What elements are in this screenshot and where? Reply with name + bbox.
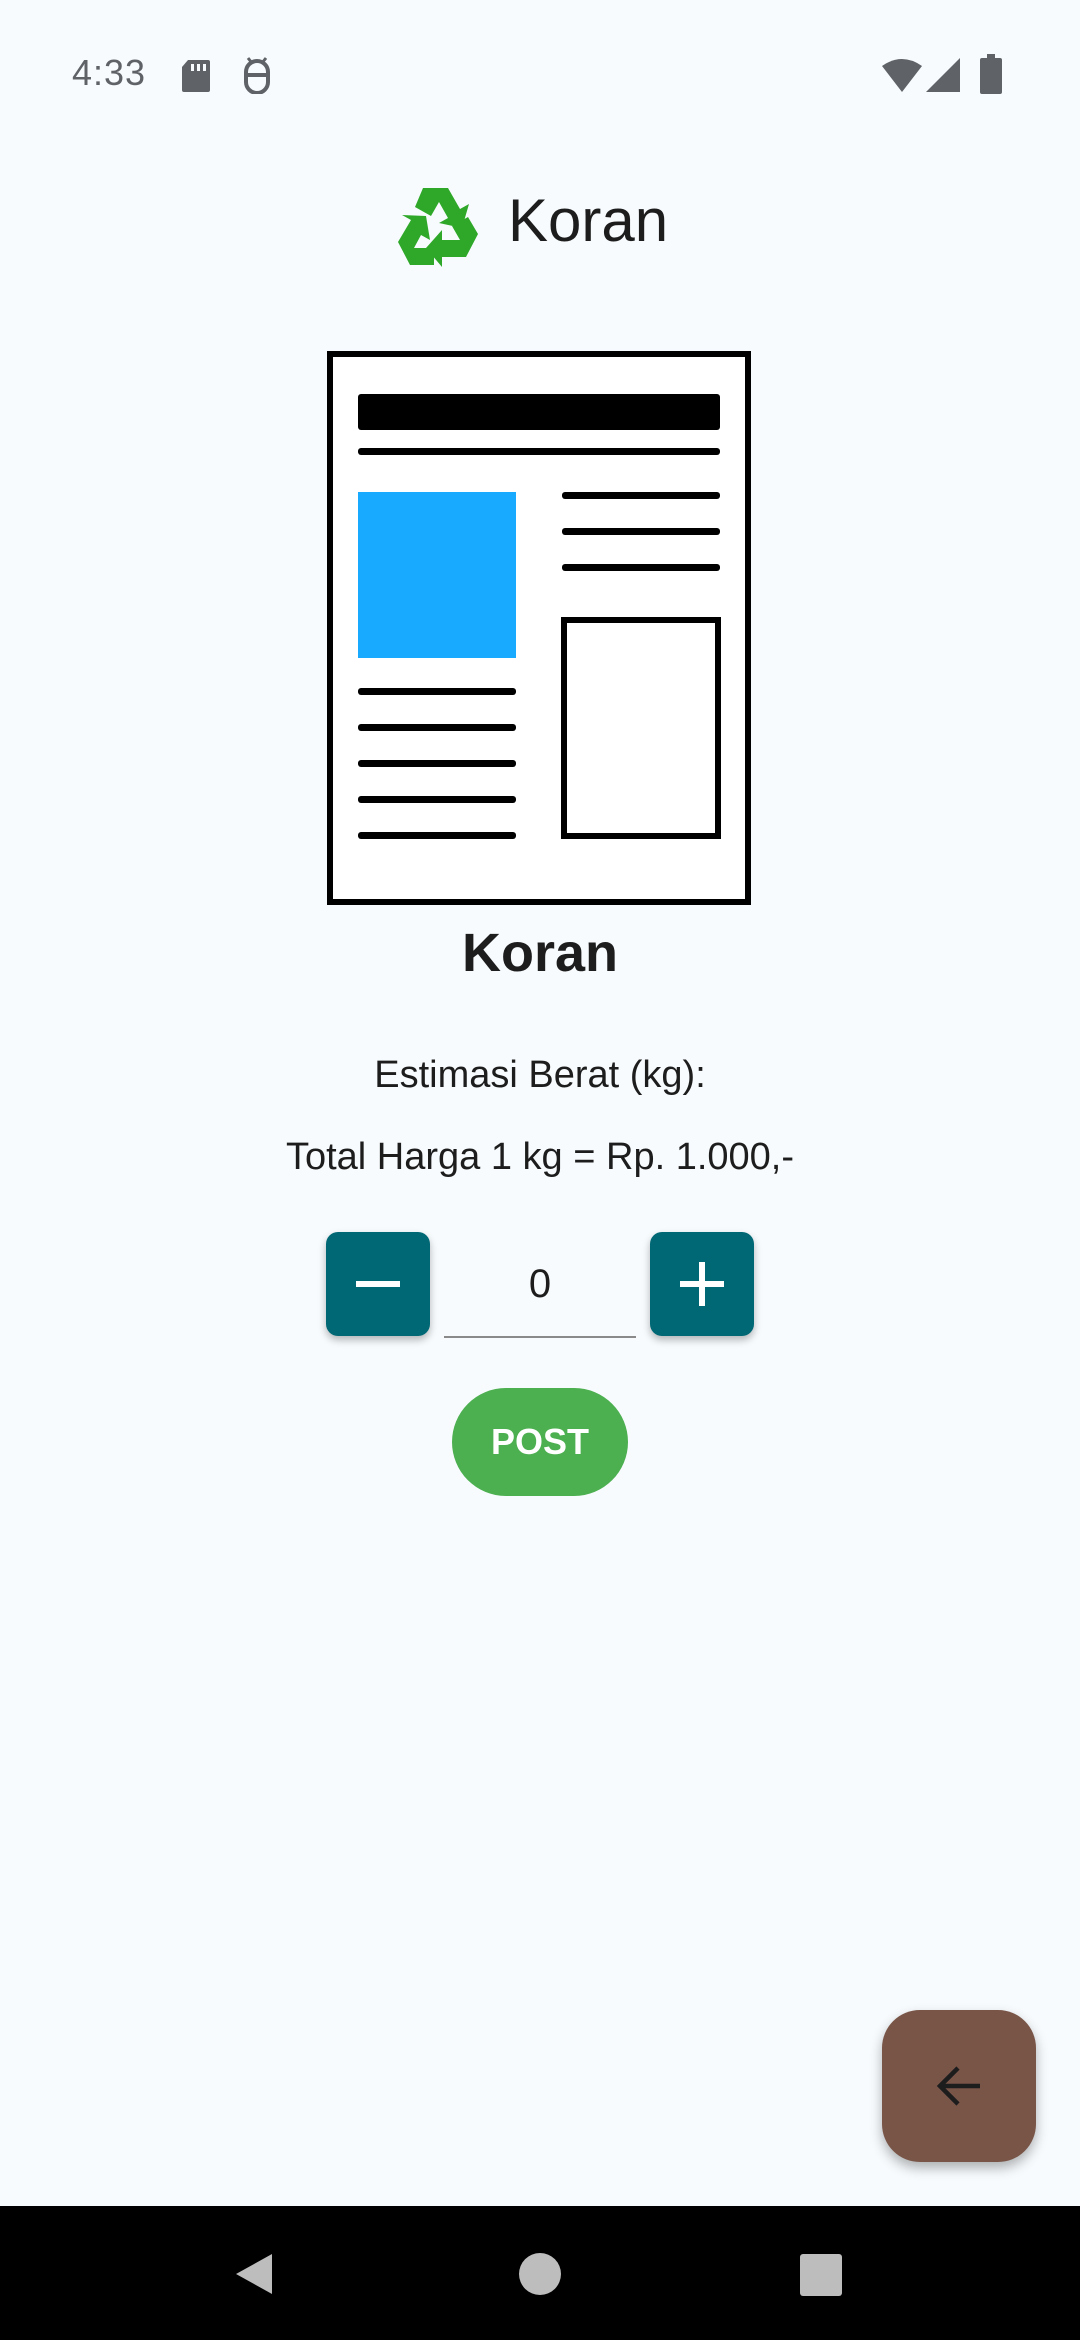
weight-label: Estimasi Berat (kg): — [374, 1054, 706, 1096]
arrow-back-icon — [936, 2066, 980, 2106]
plus-icon — [680, 1262, 724, 1306]
system-nav-bar — [0, 2206, 1080, 2340]
post-button[interactable]: POST — [452, 1388, 628, 1496]
quantity-field[interactable] — [444, 1240, 636, 1338]
price-label: Total Harga 1 kg = Rp. 1.000,- — [285, 1136, 794, 1178]
sd-card-icon — [180, 58, 212, 99]
status-time: 4:33 — [72, 52, 147, 93]
newspaper-illustration — [326, 350, 752, 906]
back-fab-button[interactable] — [882, 2010, 1036, 2162]
status-bar: 4:33 — [0, 0, 1080, 150]
cellular-signal-icon — [926, 58, 962, 97]
nav-back-icon[interactable] — [234, 2252, 274, 2301]
nav-home-icon[interactable] — [518, 2252, 562, 2301]
wifi-icon — [880, 58, 924, 99]
decrement-button[interactable] — [326, 1232, 430, 1336]
recycle-icon — [390, 176, 486, 272]
minus-icon — [356, 1281, 400, 1287]
battery-icon — [980, 54, 1002, 99]
product-name: Koran — [461, 923, 618, 983]
page-title: Koran — [508, 187, 669, 254]
nav-recents-icon[interactable] — [800, 2254, 842, 2301]
android-debug-icon — [240, 56, 274, 99]
increment-button[interactable] — [650, 1232, 754, 1336]
app-header: Koran — [0, 170, 1080, 270]
quantity-input[interactable] — [444, 1262, 636, 1307]
